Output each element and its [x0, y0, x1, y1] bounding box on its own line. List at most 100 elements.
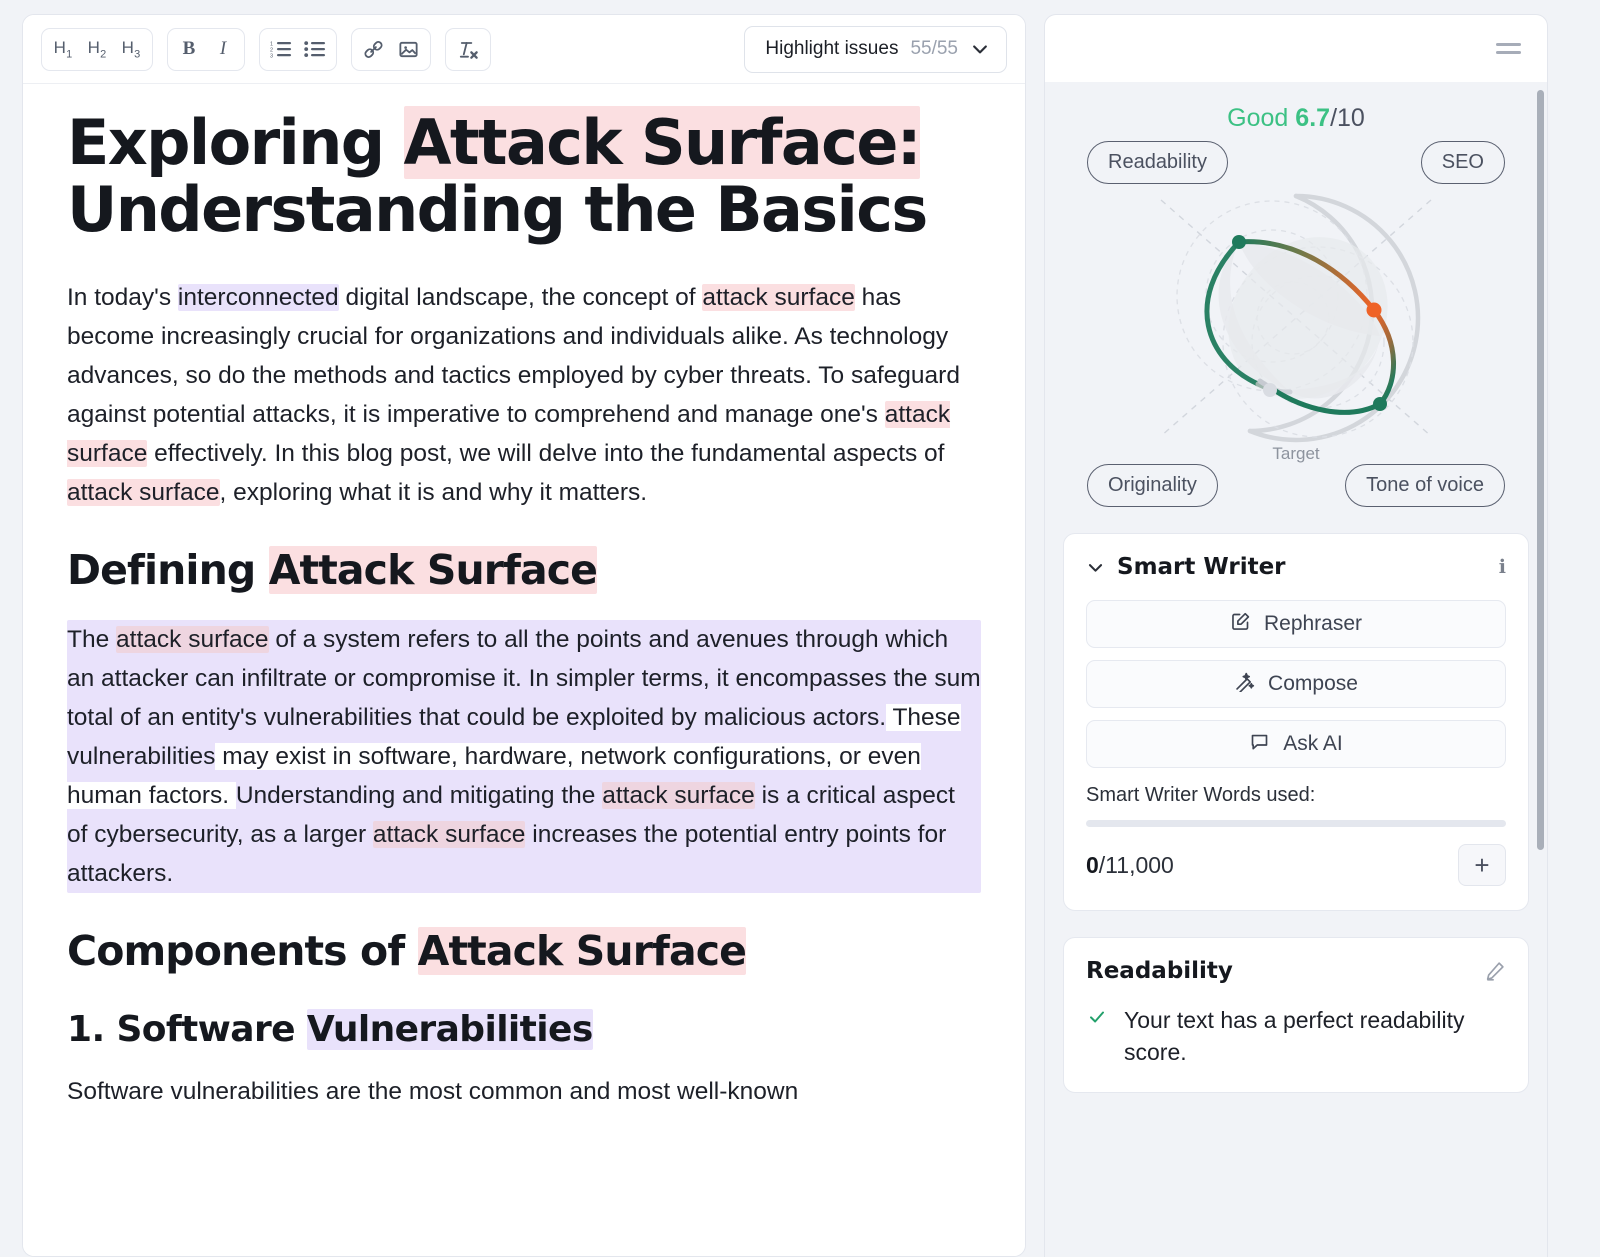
info-icon[interactable]: ℹ: [1499, 556, 1506, 579]
title-text-1: Exploring: [67, 106, 404, 179]
ordered-list-icon[interactable]: 1 2 3: [264, 32, 298, 67]
radar-svg: [1160, 193, 1432, 443]
heading-1-button[interactable]: H1: [46, 32, 80, 67]
paragraph-cut-off: Software vulnerabilities are the most co…: [67, 1077, 799, 1105]
highlight-issues-label: Highlight issues: [765, 38, 899, 59]
overall-score: Good 6.7/10: [1045, 82, 1547, 141]
smart-writer-header: Smart Writer ℹ: [1086, 554, 1506, 580]
sidebar-header: [1044, 14, 1548, 82]
editor-panel: H1 H2 H3 B I 1 2 3 Highlight issues 55/5…: [22, 14, 1026, 1257]
smart-writer-usage-label: Smart Writer Words used:: [1086, 784, 1316, 806]
h2-components-plain: Components of: [67, 926, 418, 975]
heading-components: Components of Attack Surface: [67, 926, 981, 975]
p2-highlight-attack-surface-1: attack surface: [116, 625, 269, 653]
text-style-group: B I: [167, 27, 245, 71]
metric-pill-seo[interactable]: SEO: [1420, 141, 1505, 184]
check-icon: [1086, 1004, 1108, 1030]
bullet-list-icon[interactable]: [298, 32, 332, 67]
ask-ai-button[interactable]: Ask AI: [1086, 720, 1506, 768]
clear-formatting-icon[interactable]: [450, 32, 486, 67]
h2-defining-plain: Defining: [67, 545, 269, 594]
highlight-issues-count: 55/55: [910, 38, 958, 59]
bold-button[interactable]: B: [172, 32, 206, 67]
radar-target-label: Target: [1272, 444, 1320, 463]
h3-software-highlight: Vulnerabilities: [306, 1008, 593, 1050]
words-used: 0: [1086, 851, 1099, 878]
link-icon[interactable]: [356, 32, 391, 67]
sidebar-content: Good 6.7/10 Readability SEO Target Origi…: [1044, 82, 1548, 1257]
rephraser-button[interactable]: Rephraser: [1086, 600, 1506, 648]
p1-highlight-attack-surface-3: attack surface: [67, 478, 220, 506]
radar-point-seo: [1366, 302, 1382, 318]
metric-pill-originality[interactable]: Originality: [1087, 464, 1218, 507]
app-root: H1 H2 H3 B I 1 2 3 Highlight issues 55/5…: [0, 0, 1600, 1257]
clear-format-group: [445, 27, 491, 71]
h1-label: H: [53, 37, 67, 57]
image-icon[interactable]: [391, 32, 426, 67]
h2-sub: 2: [100, 48, 107, 61]
radar-point-originality: [1263, 383, 1277, 397]
readability-card: Readability Your text has a perfect read…: [1063, 937, 1529, 1093]
scroll-fade: [23, 1200, 1025, 1256]
p2-highlight-attack-surface-3: attack surface: [372, 820, 526, 848]
smart-writer-title: Smart Writer: [1117, 554, 1286, 580]
p2-s0: The: [67, 625, 117, 653]
magic-wand-icon: [1234, 671, 1255, 698]
paragraph-intro: In today's interconnected digital landsc…: [67, 278, 981, 512]
metric-pills-top: Readability SEO: [1045, 141, 1547, 184]
p2-s4: Understanding and mitigating the: [235, 781, 603, 809]
heading-defining-attack-surface: Defining Attack Surface: [67, 545, 981, 594]
document-body[interactable]: Exploring Attack Surface: Understanding …: [23, 84, 1025, 1256]
highlight-issues-dropdown[interactable]: Highlight issues 55/55: [744, 25, 1007, 73]
h1-sub: 1: [66, 48, 73, 61]
pencil-icon[interactable]: [1484, 960, 1506, 982]
list-group: 1 2 3: [259, 27, 337, 71]
smart-writer-card: Smart Writer ℹ Rephraser Compose Ask AI …: [1063, 533, 1529, 911]
smart-writer-usage-row: 0/11,000 +: [1086, 844, 1506, 886]
smart-writer-usage-count: 0/11,000: [1086, 852, 1174, 879]
readability-item-text: Your text has a perfect readability scor…: [1124, 1007, 1465, 1065]
score-denominator: /10: [1330, 104, 1365, 132]
insert-group: [351, 27, 431, 71]
metric-pill-tone-of-voice[interactable]: Tone of voice: [1345, 464, 1505, 507]
readability-title: Readability: [1086, 958, 1233, 984]
p2-s2: These: [886, 703, 961, 731]
p1-highlight-attack-surface-1: attack surface: [702, 283, 855, 311]
heading-software-vulnerabilities: 1. Software Vulnerabilities: [67, 1008, 981, 1050]
paragraph-definition: The attack surface of a system refers to…: [67, 619, 981, 893]
h3-sub: 3: [134, 48, 141, 61]
h2-components-highlight: Attack Surface: [417, 926, 747, 975]
editor-toolbar: H1 H2 H3 B I 1 2 3 Highlight issues 55/5…: [23, 15, 1025, 84]
words-limit: /11,000: [1098, 851, 1174, 878]
hamburger-menu-icon[interactable]: [1490, 37, 1527, 60]
compose-label: Compose: [1268, 672, 1358, 695]
title-highlight: Attack Surface:: [403, 106, 922, 179]
p2-highlight-attack-surface-2: attack surface: [602, 781, 755, 809]
metric-pills-bottom: Originality Tone of voice: [1045, 464, 1547, 507]
chevron-down-icon[interactable]: [1086, 558, 1105, 577]
p1-s2: digital landscape, the concept of: [338, 283, 703, 311]
p1-s4: effectively. In this blog post, we will …: [147, 439, 945, 467]
compose-button[interactable]: Compose: [1086, 660, 1506, 708]
title-text-2: Understanding the Basics: [67, 172, 928, 246]
pencil-square-icon: [1230, 611, 1251, 638]
readability-header: Readability: [1086, 958, 1506, 984]
h2-label: H: [87, 37, 101, 57]
h3-software-plain: 1. Software: [67, 1008, 307, 1050]
metric-pill-readability[interactable]: Readability: [1087, 141, 1228, 184]
heading-3-button[interactable]: H3: [114, 32, 148, 67]
italic-button[interactable]: I: [206, 32, 240, 67]
p1-s1: In today's: [67, 283, 178, 311]
add-words-button[interactable]: +: [1458, 844, 1506, 886]
heading-2-button[interactable]: H2: [80, 32, 114, 67]
quality-radar-chart: Target: [1045, 170, 1547, 470]
page-title: Exploring Attack Surface: Understanding …: [67, 106, 981, 246]
chat-bubble-icon: [1249, 731, 1270, 758]
p2-highlight-vulnerabilities: vulnerabilities: [67, 742, 216, 770]
ask-ai-label: Ask AI: [1283, 732, 1343, 755]
score-quality-label: Good: [1227, 104, 1289, 132]
h3-label: H: [121, 37, 135, 57]
smart-writer-progress-bar: [1086, 820, 1506, 827]
svg-text:3: 3: [270, 54, 273, 59]
p1-s5: , exploring what it is and why it matter…: [219, 478, 648, 506]
